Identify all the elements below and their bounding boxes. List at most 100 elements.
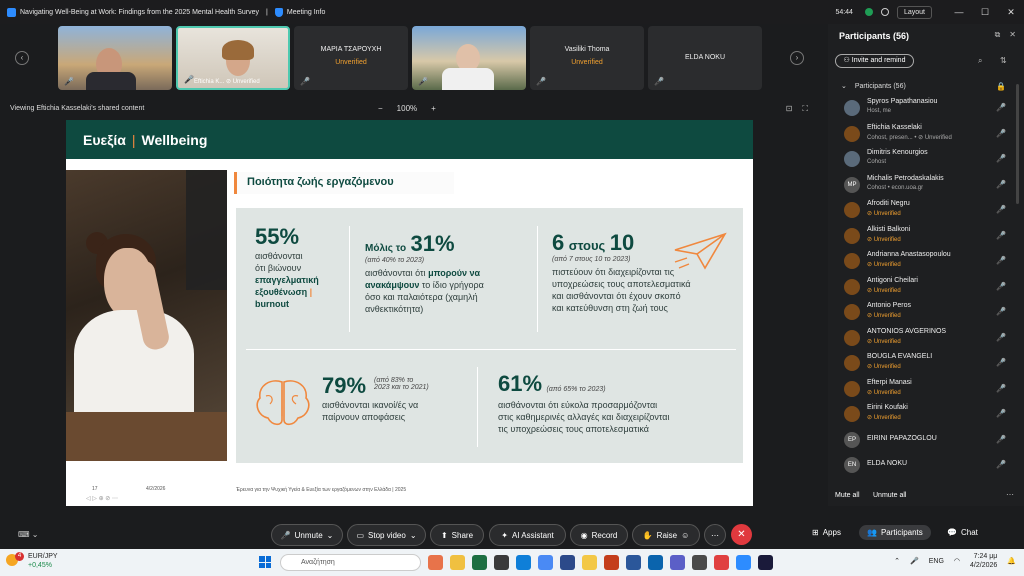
mic-muted-icon[interactable]: 🎤 <box>996 384 1006 393</box>
mic-muted-icon[interactable]: 🎤 <box>996 460 1006 469</box>
mic-muted-icon[interactable]: 🎤 <box>996 154 1006 163</box>
search-icon[interactable]: ⌕ <box>978 56 982 66</box>
video-tile-5[interactable]: Vasiliki Thoma Unverified 🎤 <box>530 26 644 90</box>
stat-decisions: 79% (από 83% το 2023 και το 2021) αισθάν… <box>322 373 472 423</box>
outlook-icon[interactable] <box>648 555 663 570</box>
participant-role: ⊘ Unverified <box>867 262 901 268</box>
powerpoint-icon[interactable] <box>604 555 619 570</box>
mic-muted-icon[interactable]: 🎤 <box>996 358 1006 367</box>
video-tile-4[interactable]: 🎤 <box>412 26 526 90</box>
video-tile-1[interactable]: 🎤 <box>58 26 172 90</box>
video-tile-2[interactable]: 🎤 Eftichia K... ⊘ Unverified <box>176 26 290 90</box>
reaction-icon[interactable]: ☺ <box>681 531 689 540</box>
participant-row[interactable]: MP Michalis Petrodaskalakis Cohost • econ.… <box>828 173 1024 199</box>
raise-button[interactable]: ✋ Raise ☺ <box>632 524 700 546</box>
windows-start-icon[interactable] <box>259 556 271 568</box>
mic-muted-icon[interactable]: 🎤 <box>996 103 1006 112</box>
mic-muted-icon[interactable]: 🎤 <box>996 180 1006 189</box>
participant-row[interactable]: Afroditi Negru ⊘ Unverified 🎤 <box>828 198 1024 224</box>
app-icon[interactable] <box>692 555 707 570</box>
mute-all-button[interactable]: Mute all <box>835 492 860 499</box>
ticker-change: +0,45% <box>28 562 52 569</box>
mic-muted-icon[interactable]: 🎤 <box>996 231 1006 240</box>
tray-chevron-icon[interactable]: ⌃ <box>894 557 900 565</box>
lang-indicator[interactable]: ENG <box>929 558 944 565</box>
participant-row[interactable]: Dimitris Kenourgios Cohost 🎤 <box>828 147 1024 173</box>
anydesk-icon[interactable] <box>714 555 729 570</box>
chrome-icon[interactable] <box>538 555 553 570</box>
taskbar-search[interactable]: Αναζήτηση <box>280 554 421 571</box>
zoom-out-button[interactable]: − <box>378 104 383 113</box>
mic-muted-icon[interactable]: 🎤 <box>996 409 1006 418</box>
mic-tray-icon[interactable]: 🎤 <box>910 557 919 565</box>
slide-controls-icon[interactable]: ◁ ▷ ⊕ ⊘ ⋯ <box>86 495 118 502</box>
end-meeting-button[interactable]: ✕ <box>731 524 752 545</box>
video-tile-3[interactable]: ΜΑΡΙΑ ΤΣΑΡΟΥΧΗ Unverified 🎤 <box>294 26 408 90</box>
mic-muted-icon[interactable]: 🎤 <box>996 333 1006 342</box>
ai-assistant-button[interactable]: ✦ AI Assistant <box>489 524 566 546</box>
next-page-icon[interactable]: › <box>790 51 804 65</box>
participant-row[interactable]: Andrianna Anastasopoulou ⊘ Unverified 🎤 <box>828 249 1024 275</box>
participant-row[interactable]: EN ELDA NOKU 🎤 <box>828 453 1024 479</box>
app-icon[interactable] <box>494 555 509 570</box>
zoom-in-button[interactable]: + <box>431 104 436 113</box>
excel-icon[interactable] <box>472 555 487 570</box>
expand-icon[interactable]: ⛶ <box>802 104 808 114</box>
mic-muted-icon[interactable]: 🎤 <box>996 307 1006 316</box>
wifi-icon[interactable]: ◠ <box>954 557 960 565</box>
mic-muted-icon: 🎤 <box>280 530 291 540</box>
sort-icon[interactable]: ⇅ <box>1000 56 1007 65</box>
participant-row[interactable]: Eftichia Kasselaki Cohost, presen... • ⊘ … <box>828 122 1024 148</box>
word-icon[interactable] <box>626 555 641 570</box>
more-button[interactable]: ⋯ <box>704 524 726 546</box>
participant-row[interactable]: Efterpi Manasi ⊘ Unverified 🎤 <box>828 377 1024 403</box>
taskbar-clock[interactable]: 7:24 μμ 4/2/2026 <box>970 552 997 570</box>
popout-icon[interactable]: ⧉ <box>995 30 1001 40</box>
video-tile-6[interactable]: ELDA NOKU 🎤 <box>648 26 762 90</box>
annotate-icon[interactable]: ⊡ <box>786 104 793 114</box>
meeting-info-link[interactable]: Meeting Info <box>287 9 326 16</box>
share-button[interactable]: ⬆ Share <box>430 524 484 546</box>
captions-icon[interactable]: ⌨ ⌄ <box>18 530 38 539</box>
maximize-icon[interactable]: ☐ <box>972 7 998 18</box>
participant-row[interactable]: ANTONIOS AVGERINOS ⊘ Unverified 🎤 <box>828 326 1024 352</box>
participant-row[interactable]: Antonio Peros ⊘ Unverified 🎤 <box>828 300 1024 326</box>
info-icon[interactable] <box>880 8 889 16</box>
stop-video-button[interactable]: ▭ Stop video ⌄ <box>347 524 426 546</box>
participants-button[interactable]: 👥 Participants <box>859 525 931 540</box>
prev-page-icon[interactable]: ‹ <box>15 51 29 65</box>
participant-row[interactable]: Antigoni Cheilari ⊘ Unverified 🎤 <box>828 275 1024 301</box>
invite-remind-button[interactable]: ⚇ Invite and remind <box>835 54 914 68</box>
panel-close-icon[interactable]: ✕ <box>1009 30 1016 40</box>
participant-row[interactable]: Alkisti Balkoni ⊘ Unverified 🎤 <box>828 224 1024 250</box>
teams-icon[interactable] <box>670 555 685 570</box>
lock-icon[interactable]: 🔒 <box>996 82 1006 91</box>
folder-icon[interactable] <box>450 555 465 570</box>
notifications-icon[interactable]: 🔔 <box>1007 557 1016 565</box>
files-icon[interactable] <box>582 555 597 570</box>
layout-button[interactable]: Layout <box>896 5 932 19</box>
participant-row[interactable]: BOUGLA EVANGELI ⊘ Unverified 🎤 <box>828 351 1024 377</box>
record-button[interactable]: ◉ Record <box>570 524 628 546</box>
fox-app-icon[interactable] <box>428 555 443 570</box>
app-icon[interactable] <box>758 555 773 570</box>
unmute-button[interactable]: 🎤 Unmute ⌄ <box>271 524 343 546</box>
mic-muted-icon[interactable]: 🎤 <box>996 435 1006 444</box>
mic-icon[interactable]: 🎤 <box>996 129 1006 138</box>
participants-group-header[interactable]: ⌄ Participants (56) <box>841 82 906 90</box>
apps-button[interactable]: ⊞ Apps <box>812 528 841 537</box>
mic-muted-icon[interactable]: 🎤 <box>996 282 1006 291</box>
minimize-icon[interactable]: — <box>946 7 972 17</box>
participant-row[interactable]: EP EIRINI PAPAZOGLOU 🎤 <box>828 428 1024 454</box>
mic-muted-icon[interactable]: 🎤 <box>996 256 1006 265</box>
chat-button[interactable]: 💬 Chat <box>947 528 978 537</box>
edge-icon[interactable] <box>516 555 531 570</box>
close-icon[interactable]: ✕ <box>998 7 1024 18</box>
unmute-all-button[interactable]: Unmute all <box>873 492 906 499</box>
more-options-icon[interactable]: ⋯ <box>1006 490 1014 499</box>
participant-row[interactable]: Eirini Koufaki ⊘ Unverified 🎤 <box>828 402 1024 428</box>
mic-muted-icon[interactable]: 🎤 <box>996 205 1006 214</box>
participant-row[interactable]: Spyros Papathanasiou Host, me 🎤 <box>828 96 1024 122</box>
zoom-taskbar-icon[interactable] <box>736 555 751 570</box>
app-icon[interactable] <box>560 555 575 570</box>
